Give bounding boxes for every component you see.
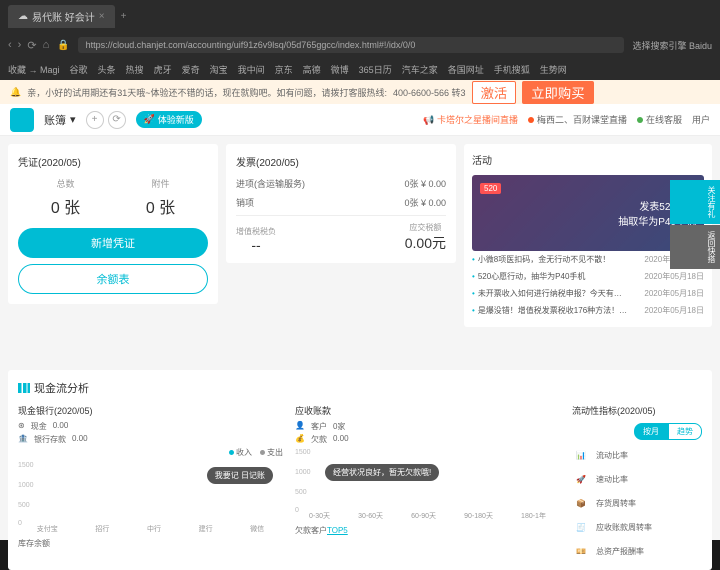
coin-icon: 💴: [572, 542, 590, 560]
invoice-card: 发票(2020/05) 进项(含运输服务) 0张 ¥ 0.00 销项 0张 ¥ …: [226, 144, 456, 263]
notice-phone: 400-6600-566 转3: [393, 86, 466, 99]
close-icon[interactable]: ×: [99, 11, 105, 22]
bookmark-item[interactable]: 汽车之家: [402, 63, 438, 76]
search-engine-label[interactable]: 选择搜索引擎 Baidu: [632, 39, 712, 52]
bookmark-item[interactable]: 收藏 → Magi: [8, 63, 60, 76]
top5-link[interactable]: TOP5: [327, 526, 348, 535]
browser-tab[interactable]: ☁ 易代账 好会计 ×: [8, 5, 115, 28]
bookmark-item[interactable]: 爱奇: [182, 63, 200, 76]
cashflow-analysis: 现金流分析 现金银行(2020/05) ⊛现金0.00 🏦银行存款0.00 收入…: [8, 370, 712, 570]
back-icon[interactable]: ‹: [8, 39, 12, 52]
cash-column: 现金银行(2020/05) ⊛现金0.00 🏦银行存款0.00 收入 支出 15…: [18, 404, 283, 560]
trial-notice: 🔔 亲，小好的试用期还有31天哦~体验还不错的话，现在就购吧。如有问题，请拨打客…: [0, 80, 720, 104]
lock-icon: 🔒: [57, 40, 69, 51]
yen-icon: ⊛: [18, 421, 25, 432]
metric-item[interactable]: 📦存货周转率: [572, 494, 702, 512]
period-toggle[interactable]: 按月 趋势: [572, 423, 702, 440]
bookmarks-bar: 收藏 → Magi 谷歌 头条 热搜 虎牙 爱奇 淘宝 我中间 京东 高德 微博…: [0, 58, 720, 80]
money-icon: 💰: [295, 434, 305, 445]
voucher-attach: 附件 0 张: [146, 177, 175, 218]
header-link[interactable]: 梅西二、百财课堂直播: [528, 113, 627, 126]
buy-button[interactable]: 立即购买: [522, 81, 593, 104]
bookmark-item[interactable]: 淘宝: [210, 63, 228, 76]
app-logo: [10, 108, 34, 132]
analysis-title-text: 现金流分析: [34, 380, 89, 396]
side-tab-follow[interactable]: 关注有礼: [670, 180, 720, 224]
add-icon[interactable]: +: [86, 111, 104, 129]
status-pill: 经营状况良好，暂无欠款哦!: [325, 464, 439, 481]
tab-title: 易代账 好会计: [32, 9, 95, 24]
notice-text: 亲，小好的试用期还有31天哦~体验还不错的话，现在就购吧。如有问题，请拨打客服热…: [27, 86, 387, 99]
activity-item[interactable]: •520心愿行动，抽华为P40手机2020年05月18日: [472, 268, 704, 285]
tab-favicon: ☁: [18, 11, 28, 22]
receivable-chart: 1500 1000 500 0 经营状况良好，暂无欠款哦!: [295, 449, 560, 509]
cash-chart: 1500 1000 500 0 我要记 日记账: [18, 462, 283, 522]
app-header: 账簿 ▾ + ⟳ 🚀 体验新版 📢 卡塔尔之星播间直播 梅西二、百财课堂直播 在…: [0, 104, 720, 136]
address-bar: ‹ › ⟳ ⌂ 🔒 https://cloud.chanjet.com/acco…: [0, 32, 720, 58]
url-input[interactable]: https://cloud.chanjet.com/accounting/uif…: [78, 37, 625, 53]
header-link[interactable]: 用户: [692, 113, 710, 126]
bookmark-item[interactable]: 365日历: [359, 63, 392, 76]
home-icon[interactable]: ⌂: [43, 39, 50, 52]
bookmark-item[interactable]: 京东: [275, 63, 293, 76]
box-icon: 📦: [572, 494, 590, 512]
account-name: 账簿: [44, 112, 66, 128]
bookmark-item[interactable]: 热搜: [126, 63, 144, 76]
metric-item[interactable]: 📊流动比率: [572, 446, 702, 464]
bookmark-item[interactable]: 生势网: [540, 63, 567, 76]
activate-button[interactable]: 激活: [472, 81, 517, 104]
user-icon: 👤: [295, 421, 305, 432]
side-tab-back[interactable]: 返回快搭: [670, 225, 720, 269]
bookmark-item[interactable]: 头条: [98, 63, 116, 76]
bar-chart-icon: [18, 383, 30, 393]
new-tab-icon[interactable]: +: [121, 11, 127, 22]
account-select[interactable]: 账簿 ▾: [44, 112, 76, 128]
try-new-version-button[interactable]: 🚀 体验新版: [136, 111, 202, 128]
journal-button[interactable]: 我要记 日记账: [207, 467, 273, 484]
activity-title: 活动: [472, 152, 704, 167]
bookmark-item[interactable]: 高德: [303, 63, 321, 76]
reload-icon[interactable]: ⟳: [27, 39, 36, 52]
activity-item[interactable]: •未开票收入如何进行纳税申报？今天有…2020年05月18日: [472, 285, 704, 302]
bell-icon: 🔔: [10, 87, 21, 98]
bookmark-item[interactable]: 虎牙: [154, 63, 172, 76]
bookmark-item[interactable]: 谷歌: [70, 63, 88, 76]
metric-item[interactable]: 🚀速动比率: [572, 470, 702, 488]
voucher-card: 凭证(2020/05) 总数 0 张 附件 0 张 新增凭证 余额表: [8, 144, 218, 304]
forward-icon[interactable]: ›: [18, 39, 22, 52]
rocket-icon: 🚀: [572, 470, 590, 488]
bookmark-item[interactable]: 我中间: [238, 63, 265, 76]
bookmark-item[interactable]: 微博: [331, 63, 349, 76]
bookmark-item[interactable]: 手机搜狐: [494, 63, 530, 76]
invoice-title: 发票(2020/05): [236, 154, 446, 169]
header-link[interactable]: 在线客服: [637, 113, 682, 126]
activity-item[interactable]: •是爆没错！增值税发票税收176种方法！…2020年05月18日: [472, 302, 704, 319]
receipt-icon: 🧾: [572, 518, 590, 536]
browser-tab-bar: ☁ 易代账 好会计 × +: [0, 0, 720, 32]
new-voucher-button[interactable]: 新增凭证: [18, 228, 208, 258]
receivable-column: 应收账款 👤客户0家 💰欠款0.00 1500 1000 500 0 经营状况良…: [295, 404, 560, 560]
chevron-down-icon: ▾: [70, 113, 76, 126]
liquidity-column: 流动性指标(2020/05) 按月 趋势 📊流动比率 🚀速动比率 📦存货周转率 …: [572, 404, 702, 560]
voucher-title: 凭证(2020/05): [18, 154, 208, 169]
metric-item[interactable]: 💴总资产报酬率: [572, 542, 702, 560]
rocket-icon: 🚀: [144, 114, 155, 125]
refresh-icon[interactable]: ⟳: [108, 111, 126, 129]
side-tabs: 关注有礼 返回快搭: [670, 180, 720, 270]
balance-button[interactable]: 余额表: [18, 264, 208, 294]
metric-item[interactable]: 🧾应收账款周转率: [572, 518, 702, 536]
voucher-total: 总数 0 张: [51, 177, 80, 218]
ratio-icon: 📊: [572, 446, 590, 464]
bookmark-item[interactable]: 各国网址: [448, 63, 484, 76]
bank-icon: 🏦: [18, 434, 28, 445]
live-notice[interactable]: 📢 卡塔尔之星播间直播: [423, 113, 518, 126]
